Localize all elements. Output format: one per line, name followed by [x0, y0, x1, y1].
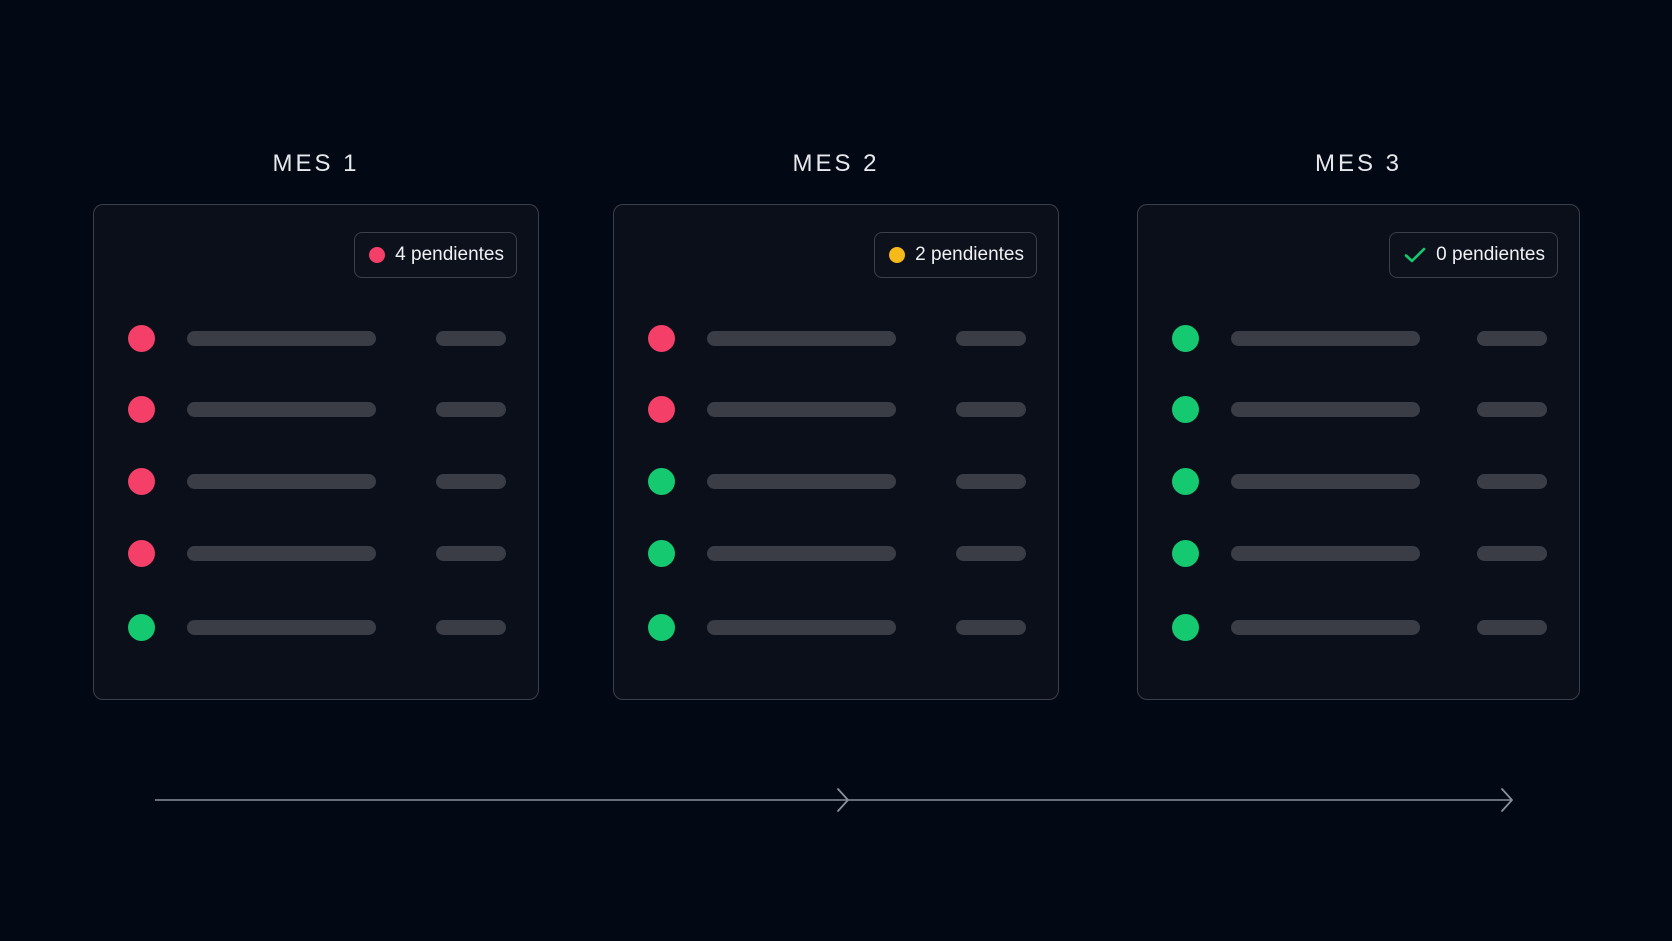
timeline-arrow — [155, 788, 1513, 812]
